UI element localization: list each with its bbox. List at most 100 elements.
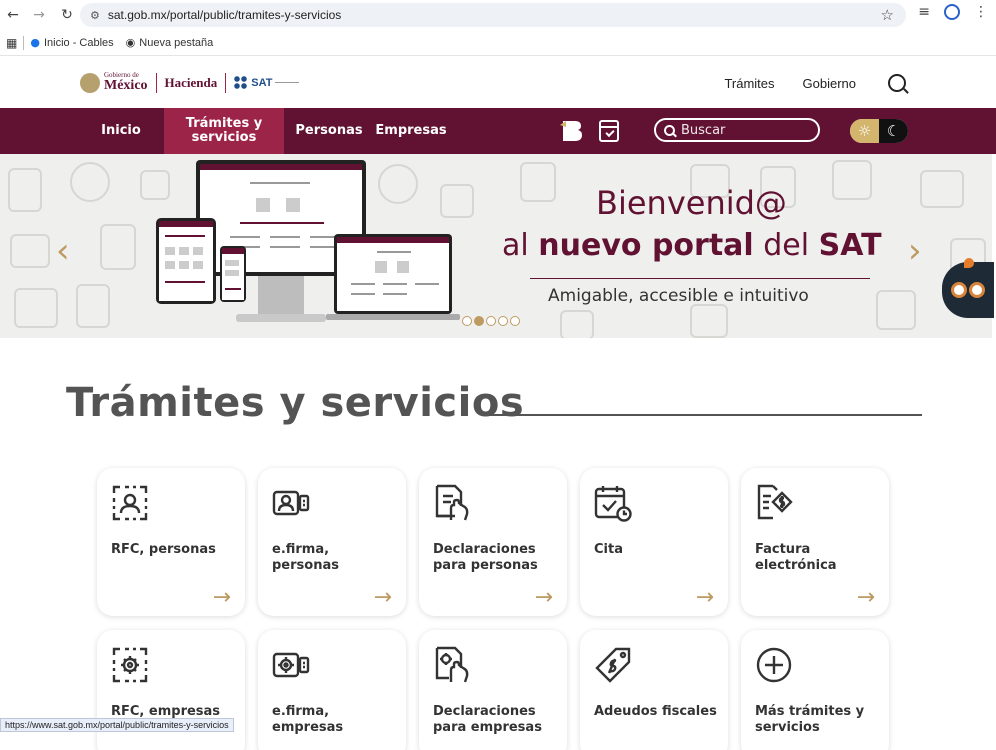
carousel-next-icon[interactable]: › [908,234,922,268]
bg-decoration [8,168,42,212]
phone-illustration [220,246,246,302]
profile-icon[interactable] [944,4,960,20]
card-label: Más trámites y servicios [755,704,865,735]
id-card-icon [272,490,310,516]
arrow-right-icon: → [534,585,553,610]
hero-subtitle: al nuevo portal del SAT [502,228,882,263]
apps-icon[interactable]: ▦ [6,36,17,50]
card-adeudos-fiscales[interactable]: Adeudos fiscales [580,630,728,750]
mini-nav-bar [159,221,213,227]
bg-decoration [520,162,556,202]
id-card-gear-icon [272,652,310,678]
hero-carousel: ‹ › Bienvenid@ al nuevo portal del SAT A… [0,154,992,338]
nav-tramites-y-servicios[interactable]: Trámites y servicios [164,108,284,154]
card-label: Cita [594,542,623,557]
nav-empresas[interactable]: Empresas [375,108,446,154]
moon-icon[interactable]: ☾ [879,119,908,143]
search-input[interactable]: Buscar [654,118,820,142]
address-bar[interactable]: ⚙ sat.gob.mx/portal/public/tramites-y-se… [80,3,906,27]
bookmark-star-icon[interactable]: ☆ [881,6,894,24]
bg-decoration [100,224,136,270]
sat-dots-icon [234,75,249,90]
gob-nav-gobierno[interactable]: Gobierno [803,76,856,91]
mini-line [179,247,189,255]
gob-nav-tramites[interactable]: Trámites [724,76,774,91]
arrow-right-icon: → [856,585,875,610]
bg-decoration [76,284,110,328]
mini-line [225,260,239,266]
bookmarks-bar: ▦ ● Inicio - Cables ◉ Nueva pestaña [0,30,996,56]
card-label: Adeudos fiscales [594,704,717,719]
card-label: e.firma, personas [272,542,339,573]
bookmark-inicio-cables[interactable]: ● Inicio - Cables [30,36,113,49]
card-label: e.firma, empresas [272,704,344,735]
nav-inicio[interactable]: Inicio [96,108,146,154]
phone-screen [222,248,244,300]
card-rfc-empresas[interactable]: RFC, empresas [97,630,245,750]
calendar-icon[interactable] [599,120,619,142]
browser-toolbar: ← → ↻ ⚙ sat.gob.mx/portal/public/tramite… [0,0,996,30]
mini-line [250,182,310,184]
carousel-dot[interactable] [498,316,508,326]
carousel-dots [462,316,520,326]
carousel-dot[interactable] [462,316,472,326]
calendar-clock-icon [594,486,632,522]
hacienda-logo[interactable]: Hacienda [165,75,218,91]
carousel-dot[interactable] [486,316,496,326]
nav-tramites-line2: servicios [191,130,257,145]
carousel-dot[interactable] [510,316,520,326]
card-rfc-personas[interactable]: RFC, personas → [97,468,245,616]
bg-decoration [920,170,964,208]
card-declaraciones-empresas[interactable]: Declaraciones para empresas [419,630,567,750]
reload-icon[interactable]: ↻ [56,4,78,26]
carousel-prev-icon[interactable]: ‹ [56,234,70,268]
hero-sub-bold: SAT [818,228,882,263]
gobierno-mexico-logo[interactable]: Gobierno de México [80,72,148,93]
arrow-right-icon: → [373,585,392,610]
bg-decoration [378,164,418,204]
nav-personas[interactable]: Personas [295,108,362,154]
bg-decoration [690,304,728,338]
mini-line [383,293,407,295]
monitor-stand [258,276,304,316]
bg-decoration [140,170,170,200]
back-icon[interactable]: ← [2,4,24,26]
mini-nav-bar [337,237,449,243]
owl-eye [969,282,985,298]
bookmarks-divider [23,35,25,50]
owl-assistant-icon[interactable] [942,258,994,318]
hero-sub-part: del [753,228,819,263]
mini-line [165,235,205,237]
bookmark-nueva-pestana[interactable]: ◉ Nueva pestaña [126,36,214,49]
reading-list-icon[interactable]: ≡ [918,4,930,20]
sun-icon[interactable]: ☼ [850,119,879,143]
tablet-screen [159,221,213,301]
address-text: sat.gob.mx/portal/public/tramites-y-serv… [107,8,342,22]
bg-decoration [832,160,872,200]
mini-line [270,246,300,248]
hero-tagline: Amigable, accesible e intuitivo [548,286,809,306]
mexico-seal-icon [80,72,100,93]
title-underline [484,414,922,416]
hero-title: Bienvenid@ [596,184,787,222]
gob-search-icon[interactable] [888,74,906,92]
carousel-dot[interactable] [474,316,484,326]
sat-logo[interactable]: SAT [234,75,300,90]
card-mas-tramites[interactable]: Más trámites y servicios [741,630,889,750]
card-efirma-personas[interactable]: e.firma, personas → [258,468,406,616]
card-factura-electronica[interactable]: Factura electrónica → [741,468,889,616]
site-info-icon[interactable]: ⚙ [90,9,100,22]
b-logo-icon[interactable] [560,119,584,143]
bg-decoration [560,310,594,338]
forward-icon[interactable]: → [28,4,50,26]
mini-line [193,247,203,255]
menu-icon[interactable]: ⋮ [974,4,988,20]
card-efirma-empresas[interactable]: e.firma, empresas [258,630,406,750]
header-logos[interactable]: Gobierno de México Hacienda SAT [80,72,300,93]
theme-toggle[interactable]: ☼ ☾ [850,119,908,143]
hero-divider [530,278,870,279]
bg-decoration [14,288,58,328]
mini-line [377,251,411,253]
card-declaraciones-personas[interactable]: Declaraciones para personas → [419,468,567,616]
card-cita[interactable]: Cita → [580,468,728,616]
